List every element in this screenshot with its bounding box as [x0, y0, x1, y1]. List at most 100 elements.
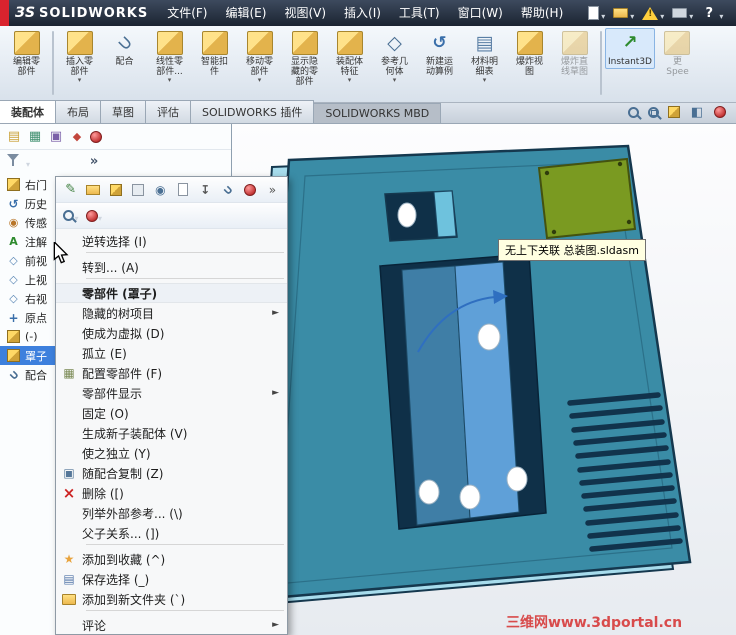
context-toolbar-button[interactable]: [218, 180, 237, 200]
context-toolbar-button[interactable]: [240, 180, 259, 200]
context-menu-item[interactable]: 固定 (O): [56, 403, 287, 423]
overflow-chevron-icon[interactable]: [86, 153, 102, 169]
ribbon-button-label: 参考几: [380, 57, 408, 67]
context-menu-item[interactable]: [86, 610, 284, 614]
context-toolbar-button[interactable]: [195, 180, 214, 200]
context-menu-item[interactable]: 随配合复制 (Z): [56, 463, 287, 483]
context-menu-item[interactable]: 使成为虚拟 (D): [56, 323, 287, 343]
graphics-viewport[interactable]: [232, 124, 736, 635]
context-toolbar-button[interactable]: [83, 180, 102, 200]
configuration-manager-icon[interactable]: [48, 129, 64, 145]
cutout-tab[interactable]: [433, 190, 457, 238]
move-component-button[interactable]: 移动零 部件 ▾: [237, 28, 282, 86]
context-menu-item[interactable]: 父子关系... (]): [56, 523, 287, 543]
context-menu-item[interactable]: 添加到收藏 (^): [56, 549, 287, 569]
context-menu-item[interactable]: [86, 278, 284, 282]
cover-panel[interactable]: [240, 144, 692, 608]
context-toolbar-button[interactable]: [106, 180, 125, 200]
component-icon: [7, 330, 20, 343]
cutout-hole[interactable]: [397, 202, 417, 228]
insert-component-button[interactable]: 插入零 部件 ▾: [57, 28, 102, 86]
context-toolbar-button[interactable]: [151, 180, 170, 200]
menu-item[interactable]: 窗口(W): [449, 0, 512, 26]
context-menu-item[interactable]: [86, 544, 284, 548]
edit-component-button[interactable]: 编辑零 部件 ▾: [4, 28, 49, 79]
context-menu-item[interactable]: 添加到新文件夹 (`): [56, 589, 287, 609]
context-menu-item[interactable]: 零部件 (罩子): [56, 283, 287, 303]
linear-pattern-button[interactable]: 线性零 部件... ▾: [147, 28, 192, 86]
ribbon-button[interactable]: ▾: [600, 31, 602, 95]
new-motion-study-button[interactable]: 新建运 动算例 ▾: [417, 28, 462, 79]
truncated-right-button[interactable]: 更 Spee ▾: [655, 28, 700, 79]
green-board[interactable]: [537, 157, 637, 240]
context-toolbar-button[interactable]: [173, 180, 192, 200]
mate-button[interactable]: 配合 ▾: [102, 28, 147, 69]
menu-item[interactable]: 插入(I): [335, 0, 390, 26]
context-menu-item[interactable]: 转到... (A): [56, 257, 287, 277]
property-manager-icon[interactable]: [27, 129, 43, 145]
tab-sketch[interactable]: 草图: [100, 100, 146, 123]
exploded-view-button[interactable]: 爆炸视 图 ▾: [507, 28, 552, 79]
tab-solidworks-addins[interactable]: SOLIDWORKS 插件: [190, 100, 315, 123]
tab-evaluate[interactable]: 评估: [145, 100, 191, 123]
context-menu-item[interactable]: [86, 252, 284, 256]
context-menu-item[interactable]: 零部件显示: [56, 383, 287, 403]
assembly-features-button[interactable]: 装配体 特征 ▾: [327, 28, 372, 86]
ribbon-button-icon: [664, 31, 691, 55]
funnel-icon[interactable]: [6, 153, 22, 169]
model-3d[interactable]: [232, 124, 736, 635]
context-toolbar-button[interactable]: [263, 180, 282, 200]
quick-access-button[interactable]: [613, 4, 634, 23]
context-menu-item[interactable]: 保存选择 (_): [56, 569, 287, 589]
context-menu-item[interactable]: 评论: [56, 615, 287, 634]
chevron-down-icon: [719, 4, 723, 23]
appearance-ball-icon[interactable]: [714, 106, 726, 118]
context-menu-item[interactable]: 列举外部参考... (\): [56, 503, 287, 523]
context-menu-item[interactable]: 生成新子装配体 (V): [56, 423, 287, 443]
menu-item[interactable]: 视图(V): [275, 0, 335, 26]
tab-assembly[interactable]: 装配体: [0, 100, 56, 123]
zoom-area-icon[interactable]: [648, 106, 659, 118]
context-toolbar-button[interactable]: [61, 206, 81, 226]
context-toolbar-button[interactable]: [61, 180, 80, 200]
context-menu-item[interactable]: 逆转选择 (I): [56, 231, 287, 251]
reference-geometry-button[interactable]: 参考几 何体 ▾: [372, 28, 417, 86]
ribbon-button-label: 爆炸视: [515, 57, 543, 67]
board-face[interactable]: [537, 157, 637, 240]
tab-layout[interactable]: 布局: [55, 100, 101, 123]
menu-item[interactable]: 文件(F): [158, 0, 216, 26]
instant3d-button[interactable]: Instant3D ▾: [605, 28, 655, 69]
quick-access-button[interactable]: [701, 4, 723, 23]
context-menu-item[interactable]: 删除 ([): [56, 483, 287, 503]
context-menu-item[interactable]: 配置零部件 (F): [56, 363, 287, 383]
display-manager-icon[interactable]: [90, 130, 102, 143]
chevron-down-icon[interactable]: [26, 152, 30, 171]
explode-line-sketch-button[interactable]: 爆炸直 线草图 ▾: [552, 28, 597, 79]
quick-access-button[interactable]: [672, 4, 693, 23]
ribbon-button-label: 插入零: [65, 57, 93, 67]
bill-of-materials-button[interactable]: 材料明 细表 ▾: [462, 28, 507, 86]
context-toolbar-button[interactable]: [128, 180, 147, 200]
menu-item[interactable]: 编辑(E): [216, 0, 275, 26]
section-view-icon[interactable]: [689, 104, 705, 120]
dimxpert-icon[interactable]: [69, 129, 85, 145]
view-toolbar: [618, 104, 736, 123]
context-toolbar-button[interactable]: [84, 206, 104, 226]
quick-access-button[interactable]: [642, 4, 664, 23]
design-tree-icon[interactable]: [6, 129, 22, 145]
menu-item[interactable]: 帮助(H): [512, 0, 572, 26]
display-style-icon[interactable]: [668, 106, 680, 118]
context-menu-item[interactable]: 孤立 (E): [56, 343, 287, 363]
context-menu-item[interactable]: 隐藏的树项目: [56, 303, 287, 323]
tab-solidworks-mbd[interactable]: SOLIDWORKS MBD: [313, 103, 442, 123]
ribbon-button[interactable]: ▾: [52, 31, 54, 95]
ribbon-button-label: Spee: [666, 67, 689, 77]
top-left-cutout[interactable]: [384, 190, 458, 242]
menu-item[interactable]: 工具(T): [390, 0, 449, 26]
context-menu-item[interactable]: 使之独立 (Y): [56, 443, 287, 463]
menu-item-label: 零部件 (罩子): [82, 286, 158, 301]
quick-access-button[interactable]: [588, 4, 605, 23]
smart-fasteners-button[interactable]: 智能扣 件 ▾: [192, 28, 237, 79]
zoom-fit-icon[interactable]: [628, 106, 639, 118]
show-hidden-components-button[interactable]: 显示隐 藏的零 部件 ▾: [282, 28, 327, 89]
